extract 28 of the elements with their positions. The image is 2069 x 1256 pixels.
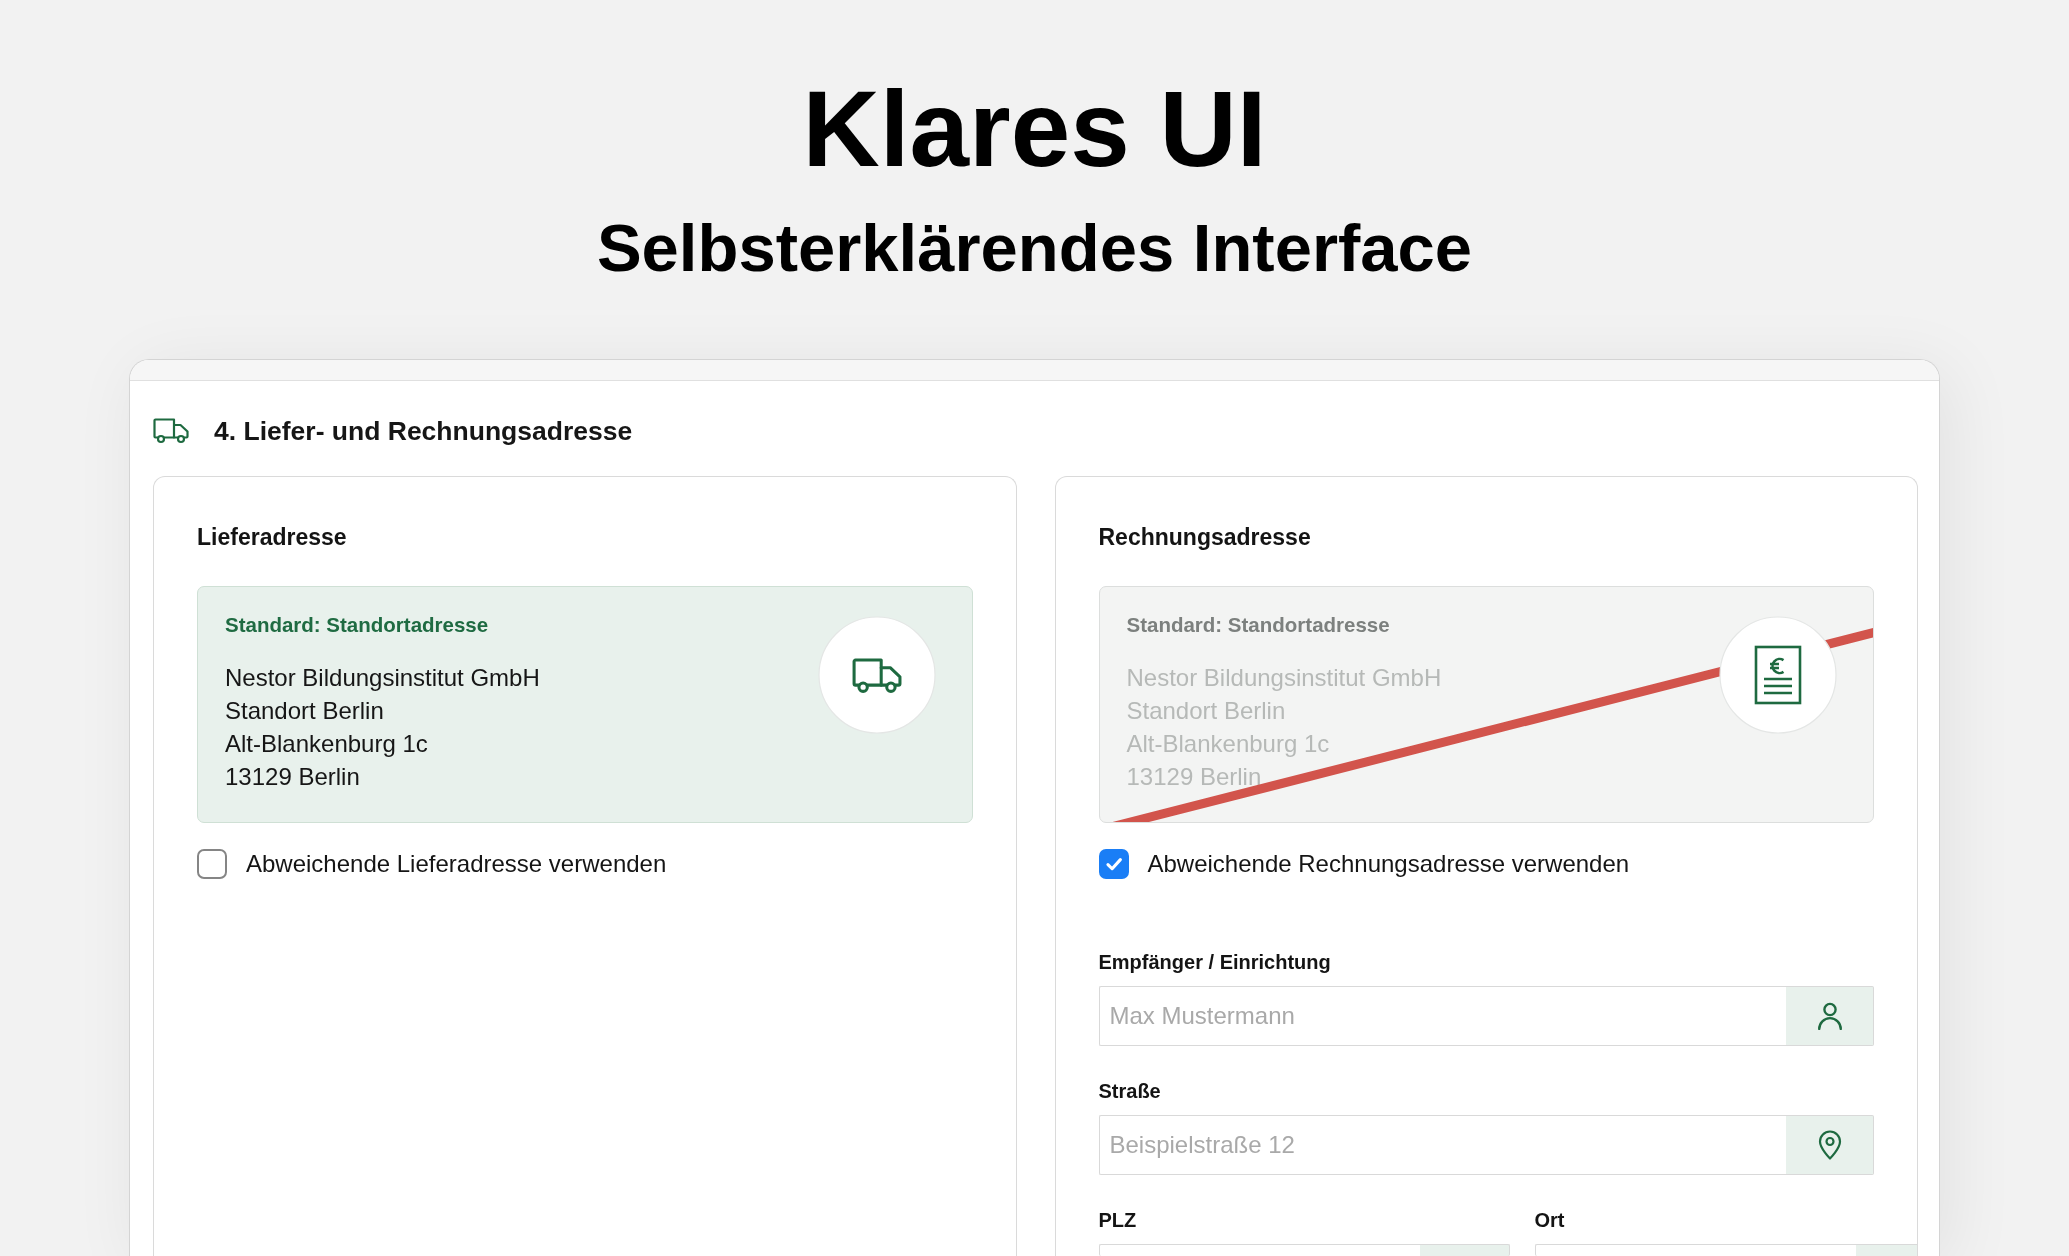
section-title: 4. Liefer- und Rechnungsadresse — [214, 415, 633, 447]
address-line: Standort Berlin — [1126, 696, 1287, 727]
field-label: Empfänger / Einrichtung — [1098, 950, 1332, 976]
address-line: Alt-Blankenburg 1c — [225, 729, 429, 760]
truck-icon — [817, 616, 936, 735]
address-line: Standort Berlin — [225, 696, 385, 727]
address-line: 13129 Berlin — [1126, 762, 1263, 793]
address-line: Nestor Bildungsinstitut GmbH — [225, 663, 541, 694]
page-subtitle: Selbsterklärendes Interface — [595, 209, 1474, 287]
address-line: 13129 Berlin — [225, 762, 361, 793]
field-label: Ort — [1534, 1208, 1566, 1234]
input-field[interactable] — [1534, 1244, 1856, 1256]
checkbox[interactable] — [1098, 849, 1129, 880]
field-label: Straße — [1098, 1079, 1162, 1105]
panel-title: Rechnungsadresse — [1098, 523, 1312, 553]
address-line: Alt-Blankenburg 1c — [1126, 729, 1331, 760]
address-label: Standard: Standortadresse — [225, 613, 490, 638]
truck-icon — [153, 418, 189, 445]
field-label: PLZ — [1098, 1208, 1138, 1234]
page-title: Klares UI — [801, 68, 1268, 191]
address-line: Nestor Bildungsinstitut GmbH — [1126, 663, 1443, 694]
euro-document-icon — [1719, 616, 1837, 735]
panel-title: Lieferadresse — [197, 523, 348, 553]
address-label: Standard: Standortadresse — [1126, 613, 1391, 638]
input-field[interactable] — [1098, 1244, 1420, 1256]
checkbox[interactable] — [197, 849, 227, 880]
checkbox-label[interactable]: Abweichende Lieferadresse verwenden — [246, 849, 667, 880]
checkbox-label[interactable]: Abweichende Rechnungsadresse verwenden — [1147, 849, 1630, 880]
